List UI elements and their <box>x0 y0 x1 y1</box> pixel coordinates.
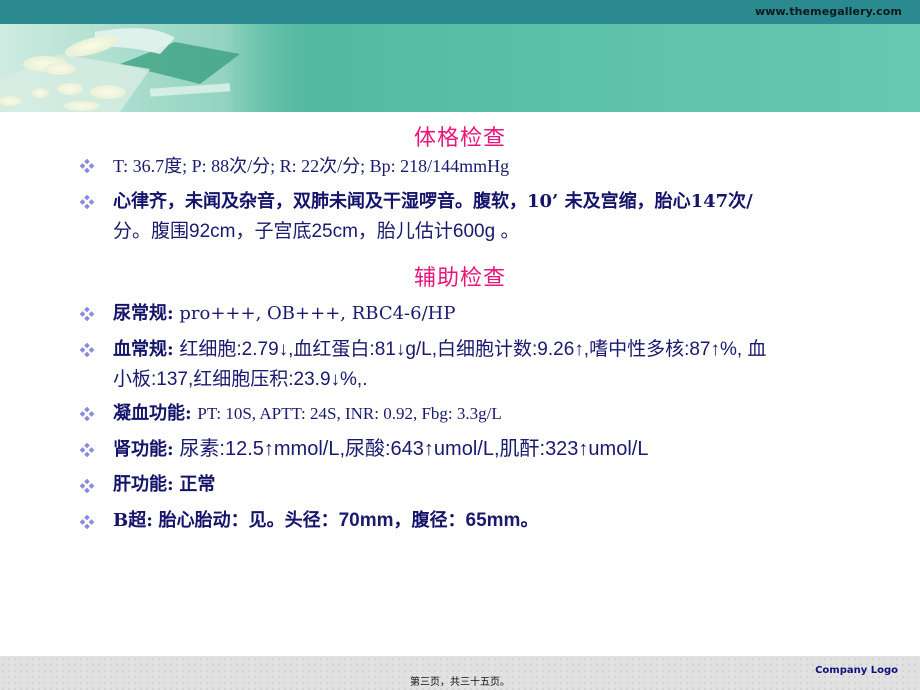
vital-signs-item: T: 36.7度; P: 88次/分; R: 22次/分; Bp: 218/14… <box>113 151 903 182</box>
section-title-physical-exam: 体格检查 <box>413 126 506 151</box>
urinalysis-item: 尿常规: pro+++, OB+++, RBC4-6/HP <box>113 299 903 329</box>
diamond-cluster-icon <box>80 343 94 357</box>
coagulation-item: 凝血功能: PT: 10S, APTT: 24S, INR: 0.92, Fbg… <box>113 399 903 429</box>
renal-function-item: 肾功能: 尿素:12.5↑mmol/L,尿酸:643↑umol/L,肌酐:323… <box>113 434 903 465</box>
diamond-cluster-icon <box>80 407 94 421</box>
header-banner <box>0 24 920 112</box>
company-logo: Company Logo <box>815 665 898 676</box>
diamond-cluster-icon <box>80 159 94 173</box>
liver-function-item: 肝功能: 正常 <box>113 470 903 500</box>
liver-function-value: 正常 <box>179 474 216 495</box>
ultrasound-text-c: ，腹径： <box>393 510 466 531</box>
footer-bar: 第三页，共三十五页。 Company Logo <box>0 656 920 690</box>
coagulation-label: 凝血功能: <box>113 403 192 424</box>
physical-findings-item: 心律齐，未闻及杂音，双肺未闻及干湿啰音。腹软，10’ 未及宫缩，胎心147次/ … <box>113 187 903 247</box>
coagulation-value: PT: 10S, APTT: 24S, INR: 0.92, Fbg: 3.3g… <box>197 404 502 423</box>
physical-findings-line2: 分。腹围92cm，子宫底25cm，胎儿估计600g 。 <box>113 221 520 242</box>
urinalysis-value: pro+++, OB+++, RBC4-6/HP <box>179 303 456 324</box>
top-bar: www.themegallery.com <box>0 0 920 24</box>
blood-routine-item: 血常规: 红细胞:2.79↓,血红蛋白:81↓g/L,白细胞计数:9.26↑,嗜… <box>113 335 903 395</box>
ultrasound-head-diameter: 70mm <box>338 510 394 531</box>
site-url[interactable]: www.themegallery.com <box>755 5 902 18</box>
ultrasound-item: B超: 胎心胎动：见。头径：70mm，腹径：65mm。 <box>113 506 903 536</box>
surgical-lamp-illustration <box>0 24 320 112</box>
vital-signs-text: T: 36.7度; P: 88次/分; R: 22次/分; Bp: 218/14… <box>113 156 510 176</box>
ultrasound-abdominal-diameter: 65mm <box>465 510 521 531</box>
blood-routine-value-line2: 小板:137,红细胞压积:23.9↓%,. <box>113 369 368 390</box>
liver-function-label: 肝功能: <box>113 474 174 495</box>
ultrasound-label: B超: <box>113 510 153 531</box>
blood-routine-label: 血常规: <box>113 339 174 360</box>
ultrasound-text-e: 。 <box>520 510 539 531</box>
diamond-cluster-icon <box>80 515 94 529</box>
renal-function-label: 肾功能: <box>113 439 174 460</box>
diamond-cluster-icon <box>80 443 94 457</box>
section-title-auxiliary-exam: 辅助检查 <box>413 266 506 291</box>
physical-findings-line1: 心律齐，未闻及杂音，双肺未闻及干湿啰音。腹软，10’ 未及宫缩，胎心147次/ <box>113 191 753 212</box>
page-number: 第三页，共三十五页。 <box>410 677 510 688</box>
renal-function-value: 尿素:12.5↑mmol/L,尿酸:643↑umol/L,肌酐:323↑umol… <box>179 438 649 460</box>
ultrasound-text-a: 胎心胎动：见。头径： <box>158 510 339 531</box>
diamond-cluster-icon <box>80 479 94 493</box>
diamond-cluster-icon <box>80 195 94 209</box>
urinalysis-label: 尿常规: <box>113 303 174 324</box>
diamond-cluster-icon <box>80 307 94 321</box>
blood-routine-value: 红细胞:2.79↓,血红蛋白:81↓g/L,白细胞计数:9.26↑,嗜中性多核:… <box>179 339 767 360</box>
